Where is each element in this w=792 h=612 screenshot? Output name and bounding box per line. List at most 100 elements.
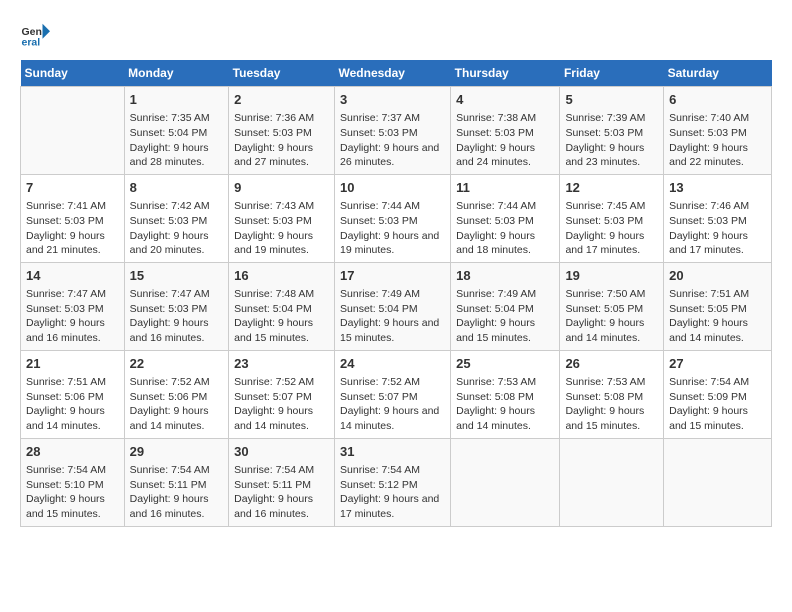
sunset: Sunset: 5:05 PM: [565, 303, 643, 315]
sunset: Sunset: 5:07 PM: [234, 391, 312, 403]
sunset: Sunset: 5:03 PM: [456, 215, 534, 227]
sunrise: Sunrise: 7:39 AM: [565, 112, 645, 124]
sunset: Sunset: 5:10 PM: [26, 479, 104, 491]
day-number: 14: [26, 267, 119, 285]
sunset: Sunset: 5:04 PM: [130, 127, 208, 139]
calendar-week-row: 28 Sunrise: 7:54 AM Sunset: 5:10 PM Dayl…: [21, 438, 772, 526]
sunset: Sunset: 5:03 PM: [234, 215, 312, 227]
sunrise: Sunrise: 7:54 AM: [26, 464, 106, 476]
calendar-cell: 21 Sunrise: 7:51 AM Sunset: 5:06 PM Dayl…: [21, 350, 125, 438]
calendar-cell: 31 Sunrise: 7:54 AM Sunset: 5:12 PM Dayl…: [335, 438, 451, 526]
day-number: 30: [234, 443, 329, 461]
daylight: Daylight: 9 hours and 14 minutes.: [26, 405, 105, 432]
cell-info: Sunrise: 7:36 AM Sunset: 5:03 PM Dayligh…: [234, 111, 329, 170]
logo: Gen eral: [20, 20, 52, 50]
calendar-cell: [560, 438, 664, 526]
calendar-cell: 29 Sunrise: 7:54 AM Sunset: 5:11 PM Dayl…: [124, 438, 229, 526]
sunset: Sunset: 5:05 PM: [669, 303, 747, 315]
sunset: Sunset: 5:03 PM: [26, 303, 104, 315]
calendar-cell: 10 Sunrise: 7:44 AM Sunset: 5:03 PM Dayl…: [335, 174, 451, 262]
sunset: Sunset: 5:03 PM: [130, 215, 208, 227]
day-number: 16: [234, 267, 329, 285]
daylight: Daylight: 9 hours and 14 minutes.: [340, 405, 439, 432]
daylight: Daylight: 9 hours and 14 minutes.: [565, 317, 644, 344]
day-number: 9: [234, 179, 329, 197]
day-number: 28: [26, 443, 119, 461]
daylight: Daylight: 9 hours and 19 minutes.: [234, 230, 313, 257]
day-number: 22: [130, 355, 224, 373]
calendar-cell: 12 Sunrise: 7:45 AM Sunset: 5:03 PM Dayl…: [560, 174, 664, 262]
cell-info: Sunrise: 7:39 AM Sunset: 5:03 PM Dayligh…: [565, 111, 658, 170]
calendar-cell: 6 Sunrise: 7:40 AM Sunset: 5:03 PM Dayli…: [664, 87, 772, 175]
logo-icon: Gen eral: [20, 20, 50, 50]
calendar-cell: 30 Sunrise: 7:54 AM Sunset: 5:11 PM Dayl…: [229, 438, 335, 526]
weekday-header: Thursday: [451, 60, 560, 87]
cell-info: Sunrise: 7:49 AM Sunset: 5:04 PM Dayligh…: [456, 287, 554, 346]
daylight: Daylight: 9 hours and 14 minutes.: [669, 317, 748, 344]
day-number: 8: [130, 179, 224, 197]
calendar-cell: 22 Sunrise: 7:52 AM Sunset: 5:06 PM Dayl…: [124, 350, 229, 438]
daylight: Daylight: 9 hours and 15 minutes.: [234, 317, 313, 344]
day-number: 15: [130, 267, 224, 285]
calendar-cell: [664, 438, 772, 526]
daylight: Daylight: 9 hours and 14 minutes.: [130, 405, 209, 432]
day-number: 20: [669, 267, 766, 285]
cell-info: Sunrise: 7:52 AM Sunset: 5:07 PM Dayligh…: [234, 375, 329, 434]
calendar-week-row: 1 Sunrise: 7:35 AM Sunset: 5:04 PM Dayli…: [21, 87, 772, 175]
sunset: Sunset: 5:08 PM: [456, 391, 534, 403]
sunrise: Sunrise: 7:42 AM: [130, 200, 210, 212]
calendar-cell: 8 Sunrise: 7:42 AM Sunset: 5:03 PM Dayli…: [124, 174, 229, 262]
day-number: 4: [456, 91, 554, 109]
weekday-header: Wednesday: [335, 60, 451, 87]
cell-info: Sunrise: 7:45 AM Sunset: 5:03 PM Dayligh…: [565, 199, 658, 258]
cell-info: Sunrise: 7:51 AM Sunset: 5:05 PM Dayligh…: [669, 287, 766, 346]
sunset: Sunset: 5:03 PM: [130, 303, 208, 315]
sunrise: Sunrise: 7:35 AM: [130, 112, 210, 124]
calendar-cell: 16 Sunrise: 7:48 AM Sunset: 5:04 PM Dayl…: [229, 262, 335, 350]
sunrise: Sunrise: 7:54 AM: [669, 376, 749, 388]
calendar-cell: 5 Sunrise: 7:39 AM Sunset: 5:03 PM Dayli…: [560, 87, 664, 175]
sunrise: Sunrise: 7:50 AM: [565, 288, 645, 300]
day-number: 3: [340, 91, 445, 109]
day-number: 24: [340, 355, 445, 373]
sunrise: Sunrise: 7:53 AM: [565, 376, 645, 388]
calendar-cell: 15 Sunrise: 7:47 AM Sunset: 5:03 PM Dayl…: [124, 262, 229, 350]
cell-info: Sunrise: 7:47 AM Sunset: 5:03 PM Dayligh…: [130, 287, 224, 346]
sunset: Sunset: 5:04 PM: [456, 303, 534, 315]
cell-info: Sunrise: 7:50 AM Sunset: 5:05 PM Dayligh…: [565, 287, 658, 346]
weekday-header: Saturday: [664, 60, 772, 87]
daylight: Daylight: 9 hours and 22 minutes.: [669, 142, 748, 169]
calendar-week-row: 21 Sunrise: 7:51 AM Sunset: 5:06 PM Dayl…: [21, 350, 772, 438]
calendar-week-row: 14 Sunrise: 7:47 AM Sunset: 5:03 PM Dayl…: [21, 262, 772, 350]
cell-info: Sunrise: 7:52 AM Sunset: 5:07 PM Dayligh…: [340, 375, 445, 434]
cell-info: Sunrise: 7:51 AM Sunset: 5:06 PM Dayligh…: [26, 375, 119, 434]
daylight: Daylight: 9 hours and 26 minutes.: [340, 142, 439, 169]
day-number: 11: [456, 179, 554, 197]
cell-info: Sunrise: 7:37 AM Sunset: 5:03 PM Dayligh…: [340, 111, 445, 170]
day-number: 13: [669, 179, 766, 197]
sunset: Sunset: 5:03 PM: [234, 127, 312, 139]
calendar-cell: 14 Sunrise: 7:47 AM Sunset: 5:03 PM Dayl…: [21, 262, 125, 350]
cell-info: Sunrise: 7:42 AM Sunset: 5:03 PM Dayligh…: [130, 199, 224, 258]
sunset: Sunset: 5:04 PM: [234, 303, 312, 315]
sunset: Sunset: 5:03 PM: [456, 127, 534, 139]
calendar-cell: 2 Sunrise: 7:36 AM Sunset: 5:03 PM Dayli…: [229, 87, 335, 175]
weekday-header: Sunday: [21, 60, 125, 87]
calendar-cell: 11 Sunrise: 7:44 AM Sunset: 5:03 PM Dayl…: [451, 174, 560, 262]
sunset: Sunset: 5:03 PM: [340, 215, 418, 227]
calendar-cell: 23 Sunrise: 7:52 AM Sunset: 5:07 PM Dayl…: [229, 350, 335, 438]
sunrise: Sunrise: 7:51 AM: [669, 288, 749, 300]
calendar-cell: [451, 438, 560, 526]
cell-info: Sunrise: 7:38 AM Sunset: 5:03 PM Dayligh…: [456, 111, 554, 170]
calendar-cell: 26 Sunrise: 7:53 AM Sunset: 5:08 PM Dayl…: [560, 350, 664, 438]
sunset: Sunset: 5:06 PM: [26, 391, 104, 403]
sunrise: Sunrise: 7:38 AM: [456, 112, 536, 124]
cell-info: Sunrise: 7:52 AM Sunset: 5:06 PM Dayligh…: [130, 375, 224, 434]
sunset: Sunset: 5:03 PM: [340, 127, 418, 139]
cell-info: Sunrise: 7:41 AM Sunset: 5:03 PM Dayligh…: [26, 199, 119, 258]
sunrise: Sunrise: 7:37 AM: [340, 112, 420, 124]
cell-info: Sunrise: 7:47 AM Sunset: 5:03 PM Dayligh…: [26, 287, 119, 346]
sunset: Sunset: 5:11 PM: [130, 479, 207, 491]
calendar-cell: 1 Sunrise: 7:35 AM Sunset: 5:04 PM Dayli…: [124, 87, 229, 175]
cell-info: Sunrise: 7:54 AM Sunset: 5:11 PM Dayligh…: [130, 463, 224, 522]
